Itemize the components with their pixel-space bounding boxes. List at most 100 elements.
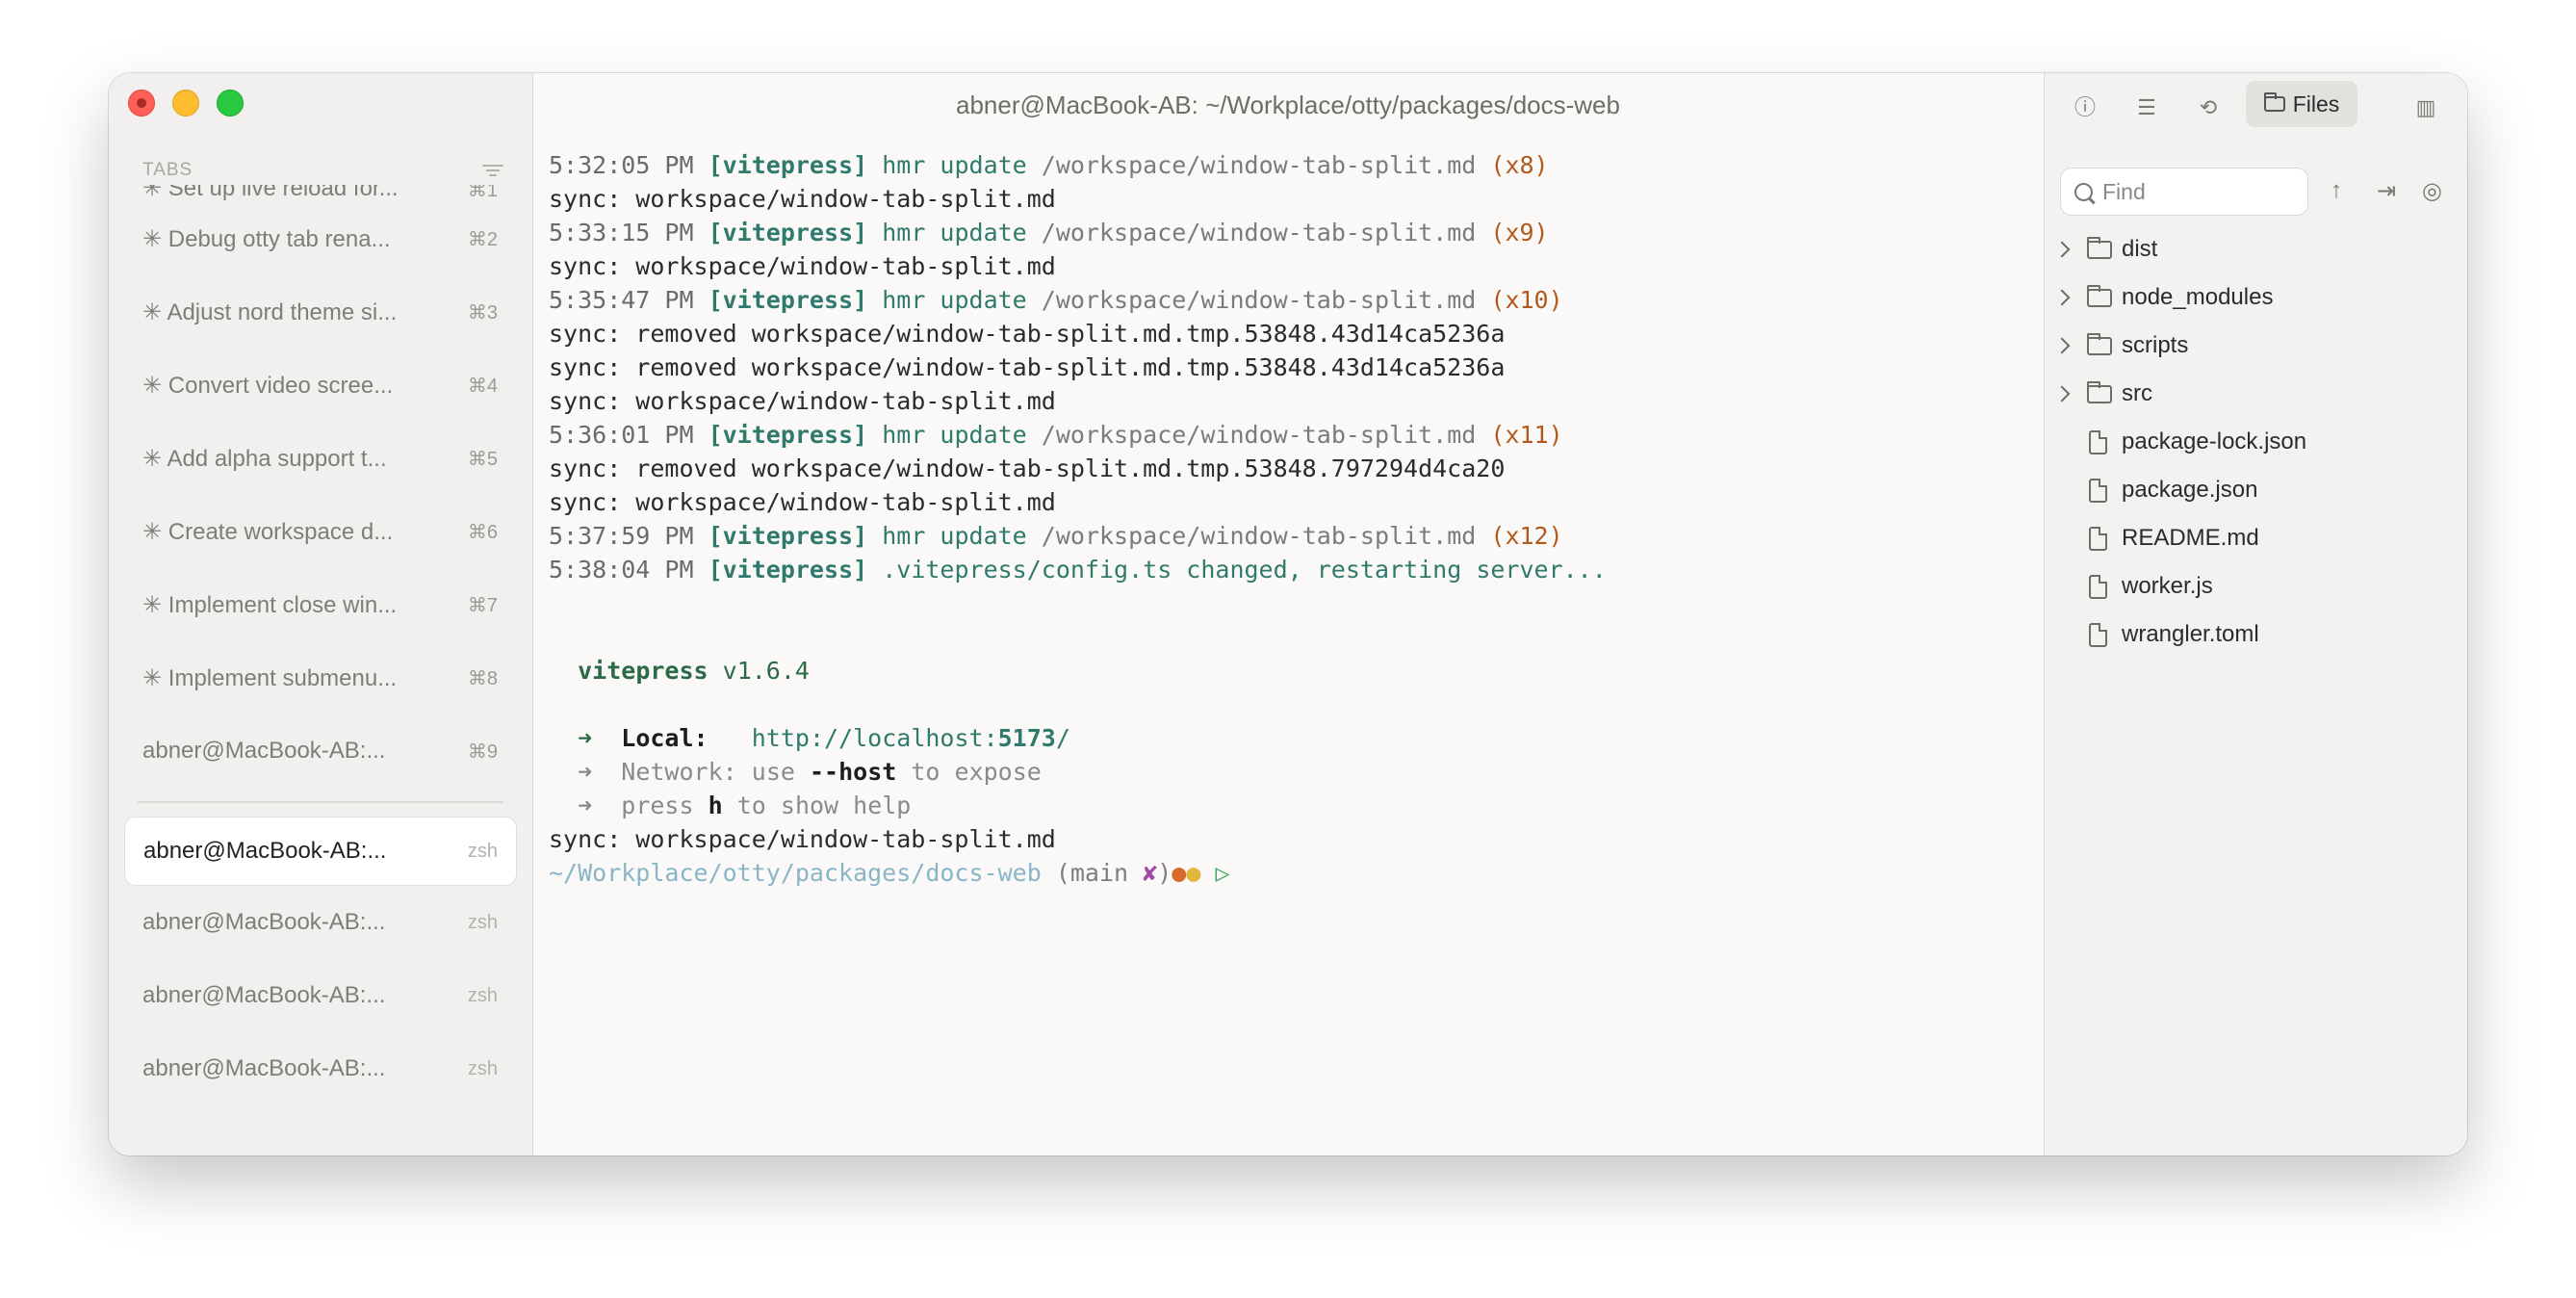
- tab-item[interactable]: ✳ Add alpha support t... ⌘5: [109, 422, 532, 495]
- folder-icon: [2087, 380, 2112, 403]
- tree-file[interactable]: wrangler.toml: [2045, 610, 2467, 659]
- folder-icon: [2087, 284, 2112, 307]
- filter-icon[interactable]: [482, 163, 503, 178]
- terminal-line: 5:38:04 PM [vitepress] .vitepress/config…: [549, 556, 1607, 584]
- tab-item[interactable]: ✳ Adjust nord theme si... ⌘3: [109, 275, 532, 349]
- list-icon[interactable]: ☰: [2133, 94, 2160, 121]
- file-icon: [2089, 574, 2107, 599]
- tree-label: package-lock.json: [2122, 428, 2307, 454]
- tab-label: ✳ Implement close win...: [142, 591, 398, 618]
- zoom-window-button[interactable]: [217, 90, 244, 117]
- session-item[interactable]: abner@MacBook-AB:... zsh: [109, 886, 532, 959]
- tab-shortcut: ⌘4: [467, 375, 498, 397]
- terminal-line: sync: removed workspace/window-tab-split…: [549, 454, 1506, 482]
- chevron-right-icon[interactable]: [2053, 241, 2071, 258]
- tabs-header: TABS: [142, 156, 503, 185]
- hide-icon[interactable]: ◎: [2422, 177, 2442, 205]
- tab-label: ✳ Adjust nord theme si...: [142, 299, 398, 325]
- tab-item[interactable]: ✳ Debug otty tab rena... ⌘2: [109, 202, 532, 275]
- session-label: abner@MacBook-AB:...: [142, 1055, 386, 1081]
- find-field[interactable]: [2060, 168, 2308, 216]
- search-icon: [2074, 182, 2093, 201]
- terminal-prompt[interactable]: ~/Workplace/otty/packages/docs-web (main…: [549, 856, 2027, 890]
- file-icon: [2089, 478, 2107, 503]
- tab-item[interactable]: ✳ Convert video scree... ⌘4: [109, 349, 532, 422]
- folder-icon: [2087, 332, 2112, 355]
- find-input[interactable]: [2100, 177, 2297, 206]
- sidebar: TABS ✳ Set up live reload for... ⌘1 ✳ De…: [109, 73, 533, 1155]
- tab-shortcut: ⌘3: [467, 301, 498, 324]
- toggle-sidebar-icon[interactable]: ▥: [2412, 94, 2439, 121]
- tree-label: scripts: [2122, 332, 2189, 358]
- terminal-line: sync: removed workspace/window-tab-split…: [549, 320, 1506, 348]
- session-shell: zsh: [467, 1057, 498, 1079]
- reveal-icon[interactable]: ⇥: [2377, 177, 2396, 205]
- terminal-output[interactable]: 5:32:05 PM [vitepress] hmr update /works…: [549, 148, 2027, 890]
- tree-file[interactable]: package-lock.json: [2045, 418, 2467, 466]
- tab-shortcut: ⌘7: [467, 594, 498, 616]
- app-window: TABS ✳ Set up live reload for... ⌘1 ✳ De…: [109, 73, 2467, 1155]
- tab-item[interactable]: abner@MacBook-AB:... ⌘9: [109, 714, 532, 788]
- tab-label: ✳ Add alpha support t...: [142, 445, 387, 472]
- terminal-line: sync: workspace/window-tab-split.md: [549, 825, 1056, 853]
- tab-label: ✳ Implement submenu...: [142, 664, 398, 691]
- tab-separator: [138, 801, 503, 803]
- tab-item[interactable]: ✳ Implement close win... ⌘7: [109, 568, 532, 641]
- tree-folder[interactable]: scripts: [2045, 322, 2467, 370]
- tab-item[interactable]: ✳ Create workspace d... ⌘6: [109, 495, 532, 568]
- session-label: abner@MacBook-AB:...: [143, 838, 387, 864]
- tree-label: wrangler.toml: [2122, 621, 2259, 647]
- minimize-window-button[interactable]: [172, 90, 199, 117]
- tab-shortcut: ⌘6: [467, 521, 498, 543]
- tab-label: ✳ Convert video scree...: [142, 372, 394, 399]
- terminal-blank: [549, 688, 2027, 721]
- close-window-button[interactable]: [128, 90, 155, 117]
- session-item[interactable]: abner@MacBook-AB:... zsh: [109, 1032, 532, 1105]
- terminal-line: sync: workspace/window-tab-split.md: [549, 185, 1056, 213]
- tree-folder[interactable]: node_modules: [2045, 273, 2467, 322]
- folder-icon: [2087, 236, 2112, 259]
- window-controls: [128, 90, 244, 117]
- terminal-line: sync: removed workspace/window-tab-split…: [549, 353, 1506, 381]
- tab-shortcut: ⌘5: [467, 448, 498, 470]
- terminal-blank: [549, 586, 2027, 620]
- tree-file[interactable]: package.json: [2045, 466, 2467, 514]
- session-item[interactable]: abner@MacBook-AB:... zsh: [109, 959, 532, 1032]
- terminal-line: 5:32:05 PM [vitepress] hmr update /works…: [549, 151, 1549, 179]
- terminal-line: sync: workspace/window-tab-split.md: [549, 252, 1056, 280]
- tab-item[interactable]: ✳ Implement submenu... ⌘8: [109, 641, 532, 714]
- arrow-up-icon[interactable]: ↑: [2331, 177, 2342, 204]
- tab-label: ✳ Debug otty tab rena...: [142, 225, 391, 252]
- tree-file[interactable]: worker.js: [2045, 562, 2467, 610]
- tab-shortcut: ⌘8: [467, 667, 498, 689]
- tab-label: abner@MacBook-AB:...: [142, 738, 386, 764]
- session-label: abner@MacBook-AB:...: [142, 982, 386, 1008]
- file-icon: [2089, 622, 2107, 647]
- chevron-right-icon[interactable]: [2053, 337, 2071, 354]
- window-title: abner@MacBook-AB: ~/Workplace/otty/packa…: [956, 91, 1620, 119]
- tree-label: node_modules: [2122, 284, 2274, 310]
- session-shell: zsh: [467, 911, 498, 933]
- tree-folder[interactable]: dist: [2045, 225, 2467, 273]
- refresh-icon[interactable]: ⟲: [2195, 94, 2222, 121]
- files-tab-label: Files: [2292, 91, 2340, 117]
- tab-shortcut: ⌘9: [467, 740, 498, 763]
- terminal-line: sync: workspace/window-tab-split.md: [549, 387, 1056, 415]
- session-label: abner@MacBook-AB:...: [142, 909, 386, 935]
- tree-file[interactable]: README.md: [2045, 514, 2467, 562]
- tree-label: package.json: [2122, 477, 2258, 503]
- file-tree: dist node_modules scripts src package-lo…: [2045, 225, 2467, 659]
- info-icon[interactable]: ⓘ: [2072, 94, 2099, 121]
- file-icon: [2089, 429, 2107, 454]
- files-tab-button[interactable]: Files: [2246, 81, 2357, 127]
- session-item-active[interactable]: abner@MacBook-AB:... zsh: [124, 817, 517, 886]
- chevron-right-icon[interactable]: [2053, 289, 2071, 306]
- chevron-right-icon[interactable]: [2053, 385, 2071, 402]
- terminal-line: ➜ Local: http://localhost:5173/: [578, 724, 1070, 752]
- terminal-line: vitepress v1.6.4: [578, 657, 810, 685]
- terminal-blank: [549, 620, 2027, 654]
- tab-label: ✳ Create workspace d...: [142, 518, 394, 545]
- session-shell: zsh: [467, 840, 498, 862]
- terminal-pane[interactable]: abner@MacBook-AB: ~/Workplace/otty/packa…: [533, 73, 2043, 1155]
- tree-folder[interactable]: src: [2045, 370, 2467, 418]
